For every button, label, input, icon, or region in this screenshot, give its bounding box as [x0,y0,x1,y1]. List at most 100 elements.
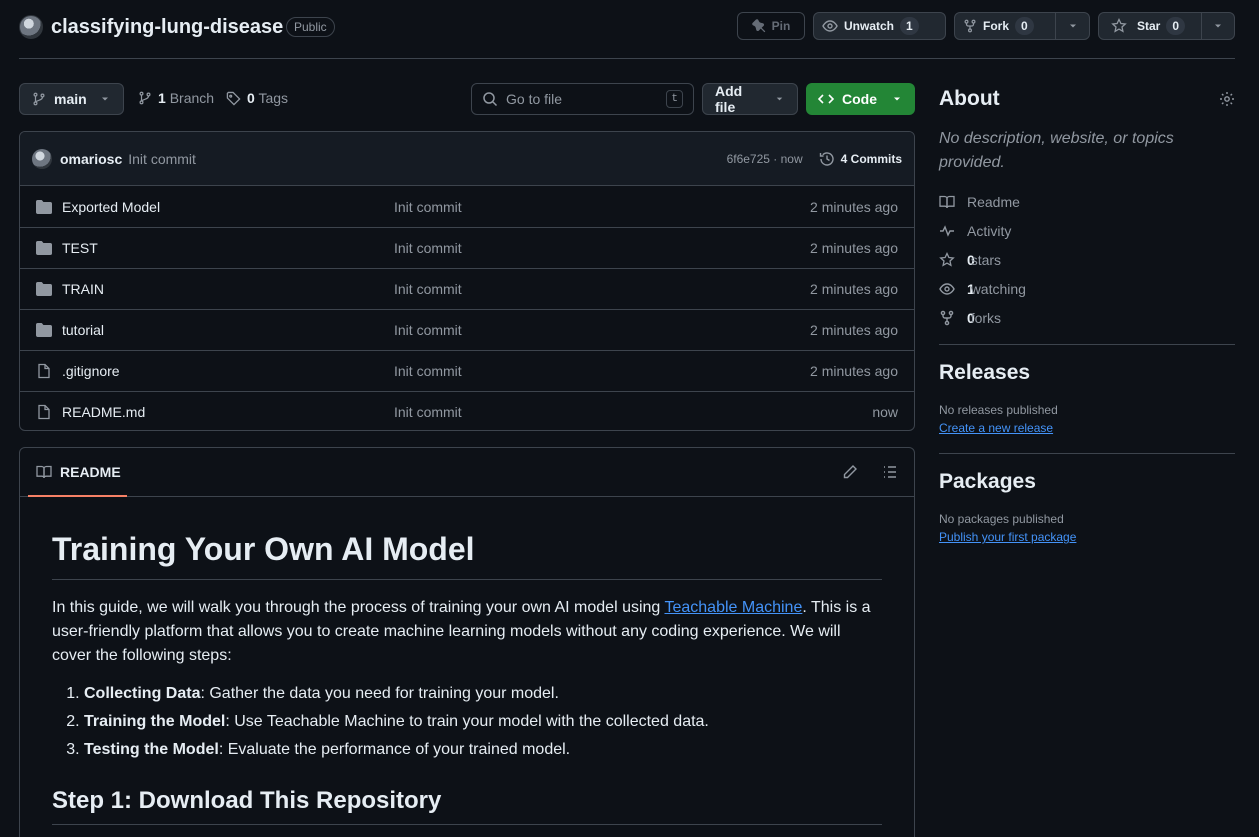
file-name[interactable]: tutorial [62,322,394,338]
search-icon [483,92,498,107]
sidebar-divider [939,344,1235,345]
eye-icon [939,282,955,295]
code-button[interactable]: Code [806,83,915,115]
file-row[interactable]: README.md Init commit now [20,391,914,430]
fork-icon [940,310,954,325]
code-icon [818,94,834,104]
fork-icon [964,19,976,33]
branch-label: Branch [169,90,215,106]
readme-intro: In this guide, we will walk you through … [52,599,871,664]
latest-commit-bar: omariosc Init commit 6f6e725 · now 4 Com… [20,132,914,186]
releases-heading[interactable]: Releases [939,361,1235,385]
file-name[interactable]: TEST [62,240,394,256]
file-name[interactable]: TRAIN [62,281,394,297]
star-count: 0 [1166,17,1186,35]
commit-message[interactable]: Init commit [128,151,196,167]
caret-down-icon [776,97,783,101]
caret-down-icon [1069,24,1076,28]
readme-tab[interactable]: README [36,464,121,480]
git-branch-icon [33,92,45,106]
file-row[interactable]: Exported Model Init commit 2 minutes ago [20,186,914,227]
star-button-group[interactable]: Star 0 [1098,12,1235,40]
gear-icon[interactable] [1219,91,1235,107]
packages-heading[interactable]: Packages [939,470,1235,494]
unwatch-dropdown[interactable] [939,13,945,39]
file-commit-message[interactable]: Init commit [394,281,462,297]
watch-count: 1 [900,17,919,35]
file-commit-message[interactable]: Init commit [394,404,462,420]
branches-link[interactable]: 1 Branch [138,90,214,106]
readme-tab-label: README [60,464,121,480]
commit-hash-time[interactable]: 6f6e725 · now [727,152,803,166]
file-name[interactable]: .gitignore [62,363,394,379]
fork-dropdown[interactable] [1055,13,1089,39]
readme-link[interactable]: Readme [939,187,1235,216]
file-row[interactable]: TEST Init commit 2 minutes ago [20,227,914,268]
active-tab-indicator [28,495,127,497]
branch-name: main [54,91,87,107]
commit-author-avatar[interactable] [32,148,52,169]
go-to-file-search[interactable]: Go to file t [471,83,694,115]
pencil-icon[interactable] [842,464,858,480]
about-heading: About [939,87,1000,110]
activity-link[interactable]: Activity [939,216,1235,245]
folder-icon [36,240,52,256]
file-commit-message[interactable]: Init commit [394,240,462,256]
star-label: Star [1137,19,1161,33]
file-age: 2 minutes ago [810,322,898,338]
file-age: 2 minutes ago [810,198,898,215]
publish-package-link[interactable]: Publish your first package [939,528,1076,546]
repo-owner-avatar[interactable] [19,15,43,39]
pulse-icon [940,224,954,237]
about-description: No description, website, or topics provi… [939,130,1174,171]
commits-link[interactable]: 4 Commits [819,151,902,167]
star-icon [939,251,955,267]
stars-link[interactable]: 0 stars [939,245,1235,274]
search-placeholder: Go to file [506,91,563,107]
pin-icon [751,19,765,33]
tag-label: Tags [258,90,289,106]
about-links: Readme Activity 0 stars 1 watching 0 for… [939,187,1235,332]
releases-empty-text: No releases published [939,403,1058,417]
commit-author[interactable]: omariosc [60,151,122,167]
add-file-button[interactable]: Add file [702,83,798,115]
book-icon [36,465,52,479]
outline-list-icon[interactable] [882,464,898,480]
unwatch-button[interactable]: Unwatch 1 [813,12,946,40]
tags-link[interactable]: 0 Tags [226,90,288,106]
packages-empty-text: No packages published [939,512,1064,526]
header-divider [19,58,1235,59]
create-release-link[interactable]: Create a new release [939,419,1053,437]
pin-button[interactable]: Pin [737,12,805,40]
search-shortcut: t [666,90,683,108]
file-commit-message[interactable]: Init commit [394,199,462,215]
pin-label: Pin [771,19,791,33]
file-commit-message[interactable]: Init commit [394,363,462,379]
fork-button[interactable]: Fork 0 [955,13,1055,39]
repo-name[interactable]: classifying-lung-disease [51,14,283,40]
git-branch-icon [139,91,151,105]
watching-link[interactable]: 1 watching [939,274,1235,303]
tag-count: 0 [247,90,255,106]
eye-icon [822,20,838,32]
file-name[interactable]: Exported Model [62,199,394,215]
caret-down-icon [1215,24,1221,28]
fork-button-group[interactable]: Fork 0 [954,12,1090,40]
file-commit-message[interactable]: Init commit [394,322,462,338]
forks-link[interactable]: 0 forks [939,303,1235,332]
file-name[interactable]: README.md [62,404,394,420]
star-dropdown[interactable] [1201,13,1234,39]
file-row[interactable]: tutorial Init commit 2 minutes ago [20,309,914,350]
star-button[interactable]: Star 0 [1099,13,1201,39]
file-icon [36,363,52,379]
branch-selector[interactable]: main [19,83,124,115]
teachable-machine-link[interactable]: Teachable Machine [664,599,802,616]
history-icon [819,151,834,166]
branch-count: 1 [158,90,166,106]
star-icon [1111,18,1127,33]
readme-step-item: Testing the Model: Evaluate the performa… [84,738,882,762]
file-row[interactable]: TRAIN Init commit 2 minutes ago [20,268,914,309]
caret-down-icon [894,97,900,101]
file-row[interactable]: .gitignore Init commit 2 minutes ago [20,350,914,391]
add-file-label: Add file [715,83,743,115]
